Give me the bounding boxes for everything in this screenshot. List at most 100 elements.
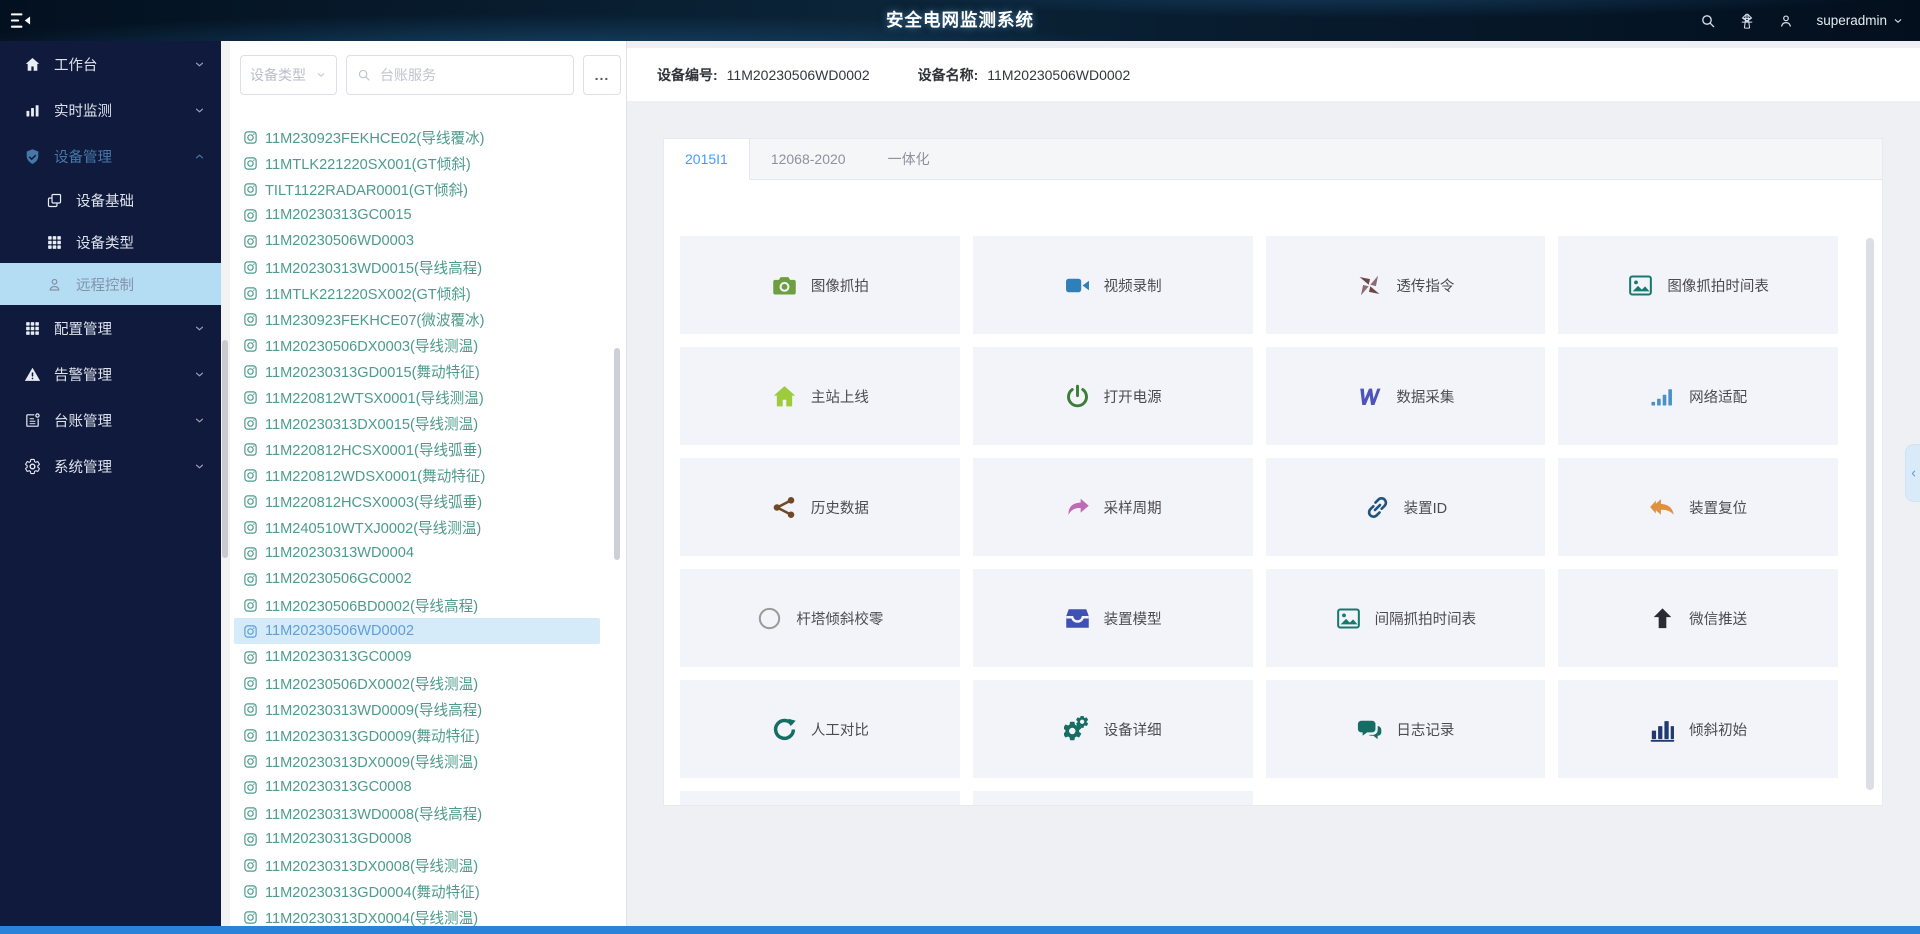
sidebar-item-workbench[interactable]: 工作台 <box>0 41 221 87</box>
device-list-item[interactable]: 11M20230313GD0015(舞动特征) <box>234 358 600 384</box>
more-button[interactable]: ... <box>583 55 621 95</box>
device-list-item[interactable]: 11M20230313GD0008 <box>234 826 600 852</box>
device-list-item[interactable]: 11M20230313GC0015 <box>234 202 600 228</box>
action-master-station-online[interactable]: 主站上线 <box>680 347 960 445</box>
action-image-capture-schedule[interactable]: 图像抓拍时间表 <box>1558 236 1838 334</box>
tab-12068-2020[interactable]: 12068-2020 <box>750 139 867 179</box>
sidebar-item-device-management[interactable]: 设备管理 <box>0 133 221 179</box>
tab-2015i1[interactable]: 2015I1 <box>664 139 750 180</box>
sidebar-item-device-basic[interactable]: 设备基础 <box>0 179 221 221</box>
action-tower-tilt-zeroing[interactable]: 杆塔倾斜校零 <box>680 569 960 667</box>
sidebar-item-label: 远程控制 <box>76 274 134 295</box>
device-id: 11M20230313WD0004 <box>265 545 414 561</box>
device-list-item[interactable]: 11M230923FEKHCE02(导线覆冰) <box>234 124 600 150</box>
device-id: 11M20230313DX0008(导线测温) <box>265 855 478 876</box>
action-power-on[interactable]: 打开电源 <box>973 347 1253 445</box>
action-manual-compare[interactable]: 人工对比 <box>680 680 960 778</box>
device-list-item[interactable]: 11MTLK221220SX002(GT倾斜) <box>234 280 600 306</box>
device-list-item[interactable]: 11M20230313WD0009(导线高程) <box>234 696 600 722</box>
sidebar: 工作台实时监测设备管理设备基础设备类型远程控制配置管理告警管理台账管理系统管理 <box>0 41 221 926</box>
device-list-item[interactable]: 11M240510WTXJ0002(导线测温) <box>234 514 600 540</box>
user-menu[interactable]: superadmin <box>1816 13 1904 28</box>
device-id: 11M20230313DX0015(导线测温) <box>265 413 478 434</box>
device-list-item[interactable]: 11M20230506DX0003(导线测温) <box>234 332 600 358</box>
action-tile-partial[interactable] <box>973 791 1253 806</box>
action-tile-partial[interactable] <box>680 791 960 806</box>
device-list-item[interactable]: 11M20230313WD0008(导线高程) <box>234 800 600 826</box>
user-icon[interactable] <box>1778 13 1794 29</box>
sidebar-item-ledger-management[interactable]: 台账管理 <box>0 397 221 443</box>
sidebar-item-realtime-monitor[interactable]: 实时监测 <box>0 87 221 133</box>
card-scrollbar-thumb[interactable] <box>1866 238 1874 790</box>
device-list-scrollbar-thumb[interactable] <box>614 348 620 560</box>
search-input[interactable] <box>378 66 563 84</box>
device-list-item[interactable]: 11M20230313WD0015(导线高程) <box>234 254 600 280</box>
device-list-item[interactable]: 11M20230313GD0004(舞动特征) <box>234 878 600 904</box>
device-list-item[interactable]: 11M230923FEKHCE07(微波覆冰) <box>234 306 600 332</box>
device-list-item[interactable]: 11M20230506WD0003 <box>234 228 600 254</box>
action-device-model[interactable]: 装置模型 <box>973 569 1253 667</box>
device-list-item[interactable]: 11M20230506BD0002(导线高程) <box>234 592 600 618</box>
footer-bar <box>0 926 1920 934</box>
device-type-select[interactable]: 设备类型 <box>240 55 337 95</box>
device-list-item[interactable]: 11M220812HCSX0003(导线弧垂) <box>234 488 600 514</box>
sidebar-item-remote-control[interactable]: 远程控制 <box>0 263 221 305</box>
device-list-item[interactable]: 11MTLK221220SX001(GT倾斜) <box>234 150 600 176</box>
device-list-item[interactable]: 11M220812WTSX0001(导线测温) <box>234 384 600 410</box>
device-list-item[interactable]: 11M220812HCSX0001(导线弧垂) <box>234 436 600 462</box>
device-list-item[interactable]: 11M20230506GC0002 <box>234 566 600 592</box>
transmission-tower-icon[interactable] <box>1738 12 1756 30</box>
device-list-item[interactable]: 11M20230313WD0004 <box>234 540 600 566</box>
action-passthrough-command[interactable]: 透传指令 <box>1266 236 1546 334</box>
action-data-collection[interactable]: 数据采集 <box>1266 347 1546 445</box>
video-icon <box>1064 272 1091 299</box>
action-image-capture[interactable]: 图像抓拍 <box>680 236 960 334</box>
action-device-id[interactable]: 装置ID <box>1266 458 1546 556</box>
device-id: 11M20230506BD0002(导线高程) <box>265 595 478 616</box>
device-list-item[interactable]: 11M20230313DX0008(导线测温) <box>234 852 600 878</box>
device-id: 11M20230313WD0009(导线高程) <box>265 699 482 720</box>
device-badge-icon <box>243 130 258 145</box>
action-label: 装置复位 <box>1689 497 1747 518</box>
action-sampling-period[interactable]: 采样周期 <box>973 458 1253 556</box>
device-list-item[interactable]: 11M20230506DX0002(导线测温) <box>234 670 600 696</box>
action-video-record[interactable]: 视频录制 <box>973 236 1253 334</box>
sidebar-item-label: 工作台 <box>54 54 98 75</box>
device-list-item[interactable]: 11M20230313DX0015(导线测温) <box>234 410 600 436</box>
device-id: 11M20230313GD0015(舞动特征) <box>265 361 480 382</box>
device-list-item[interactable]: 11M20230506WD0002 <box>234 618 600 644</box>
action-device-detail[interactable]: 设备详细 <box>973 680 1253 778</box>
action-network-adaptation[interactable]: 网络适配 <box>1558 347 1838 445</box>
device-list-item[interactable]: 11M20230313DX0009(导线测温) <box>234 748 600 774</box>
action-tilt-initial[interactable]: 倾斜初始 <box>1558 680 1838 778</box>
tab-integrated[interactable]: 一体化 <box>867 139 951 179</box>
sidebar-scrollbar-thumb[interactable] <box>222 340 228 558</box>
action-device-reset[interactable]: 装置复位 <box>1558 458 1838 556</box>
sidebar-item-device-type[interactable]: 设备类型 <box>0 221 221 263</box>
device-list-item[interactable]: 11M20230313GC0009 <box>234 644 600 670</box>
device-list-item[interactable]: 11M20230313GD0009(舞动特征) <box>234 722 600 748</box>
collapse-panel-handle[interactable] <box>1905 444 1920 502</box>
action-label: 间隔抓拍时间表 <box>1375 608 1477 629</box>
search-box <box>346 55 574 95</box>
action-label: 历史数据 <box>811 497 869 518</box>
search-icon[interactable] <box>1700 13 1716 29</box>
chevron-down-icon <box>193 322 206 335</box>
action-log-record[interactable]: 日志记录 <box>1266 680 1546 778</box>
device-list-item[interactable]: 11M220812WDSX0001(舞动特征) <box>234 462 600 488</box>
device-list-item[interactable]: TILT1122RADAR0001(GT倾斜) <box>234 176 600 202</box>
action-interval-capture-schedule[interactable]: 间隔抓拍时间表 <box>1266 569 1546 667</box>
sidebar-item-label: 设备类型 <box>76 232 134 253</box>
action-label: 图像抓拍 <box>811 275 869 296</box>
device-badge-icon <box>243 780 258 795</box>
device-badge-icon <box>243 832 258 847</box>
sidebar-scrollbar-track[interactable] <box>221 41 230 926</box>
device-list-item[interactable]: 11M20230313DX0004(导线测温) <box>234 904 600 926</box>
sidebar-item-config-management[interactable]: 配置管理 <box>0 305 221 351</box>
sidebar-item-system-management[interactable]: 系统管理 <box>0 443 221 489</box>
action-wechat-push[interactable]: 微信推送 <box>1558 569 1838 667</box>
action-history-data[interactable]: 历史数据 <box>680 458 960 556</box>
chevron-down-icon <box>193 368 206 381</box>
sidebar-item-alarm-management[interactable]: 告警管理 <box>0 351 221 397</box>
device-list-item[interactable]: 11M20230313GC0008 <box>234 774 600 800</box>
